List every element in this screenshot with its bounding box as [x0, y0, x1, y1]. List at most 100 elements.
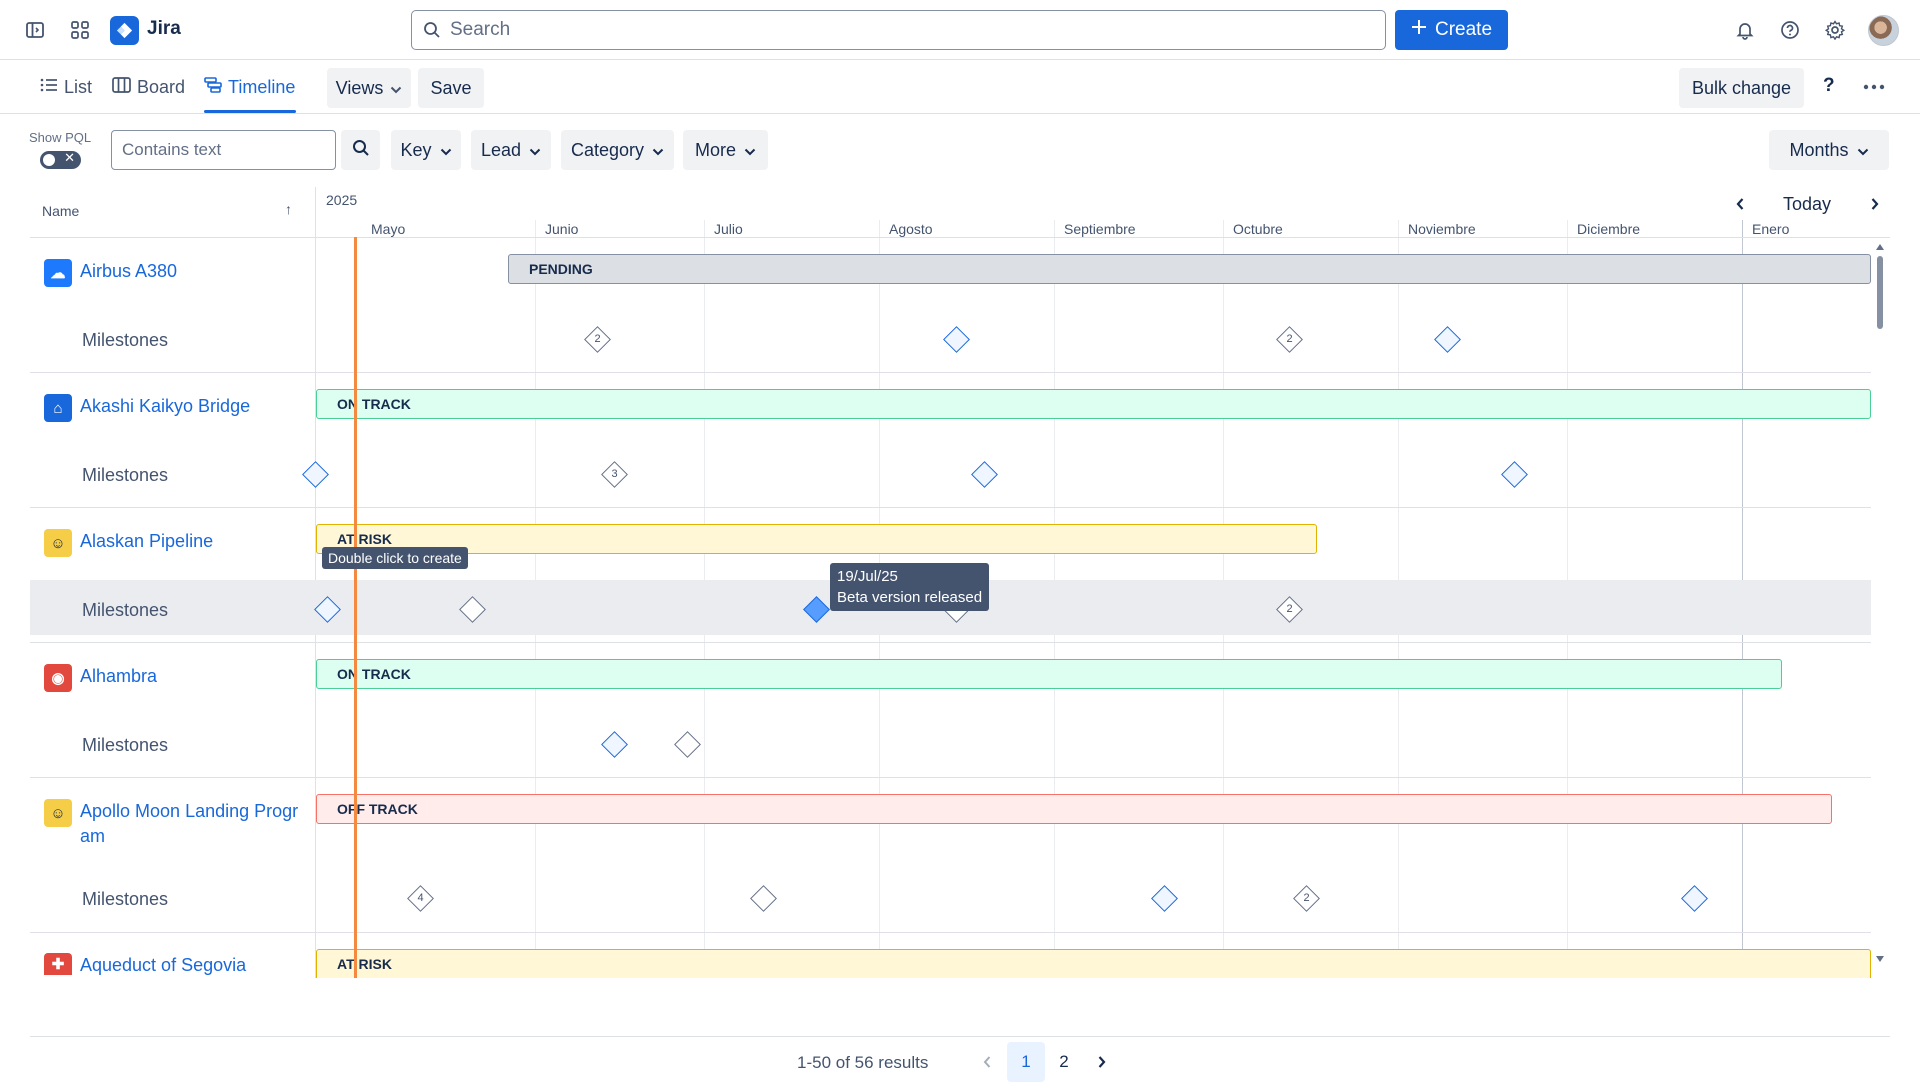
previous-page-icon[interactable]	[968, 1042, 1006, 1082]
project-name-link[interactable]: ◉ Alhambra	[44, 664, 157, 692]
app-name[interactable]: Jira	[147, 18, 181, 40]
milestone-tooltip-date: 19/Jul/25	[837, 568, 898, 585]
month-label: Junio	[545, 221, 579, 237]
lead-filter-dropdown[interactable]: Lead	[471, 130, 551, 170]
more-actions-icon[interactable]	[1862, 77, 1886, 102]
tab-board-label: Board	[137, 76, 186, 97]
active-tab-indicator	[204, 110, 296, 113]
board-icon	[112, 76, 131, 98]
project-name-line-2: am	[80, 826, 106, 846]
footer-divider	[30, 1036, 1890, 1037]
more-filter-label: More	[694, 139, 736, 160]
help-button[interactable]: ?	[1823, 75, 1835, 97]
avatar[interactable]	[1868, 15, 1899, 46]
close-icon: ✕	[64, 150, 75, 165]
project-name-link[interactable]: ☺ Alaskan Pipeline	[44, 529, 213, 557]
milestone-tooltip-title: Beta version released	[837, 589, 983, 606]
timeline-icon	[204, 76, 222, 98]
category-filter-dropdown[interactable]: Category	[561, 130, 674, 170]
milestones-label: Milestones	[82, 330, 169, 350]
vertical-scrollbar[interactable]	[1873, 243, 1887, 964]
bulk-change-button[interactable]: Bulk change	[1679, 68, 1804, 108]
months-scale-label: Months	[1789, 139, 1849, 160]
view-tabs-bar: List Board Timeline Views Save Bulk chan…	[0, 60, 1920, 114]
search-icon	[352, 139, 370, 162]
month-label: Septiembre	[1064, 221, 1136, 237]
search-placeholder: Search	[450, 19, 511, 40]
jira-logo-icon[interactable]	[110, 16, 139, 45]
milestone-tooltip: 19/Jul/25 Beta version released	[830, 563, 990, 611]
milestone-count: 2	[1303, 891, 1310, 904]
tab-list-label: List	[64, 76, 93, 97]
chevron-down-icon	[529, 140, 541, 161]
month-label: Diciembre	[1577, 221, 1641, 237]
scroll-up-icon[interactable]	[1875, 243, 1885, 251]
create-label: Create	[1434, 19, 1493, 40]
name-column-header[interactable]: Name	[42, 203, 79, 219]
milestone-count: 2	[1286, 332, 1293, 345]
bell-icon[interactable]	[1732, 17, 1758, 43]
project-name: Akashi Kaikyo Bridge	[80, 396, 251, 416]
milestone-count: 3	[611, 467, 618, 480]
scroll-down-icon[interactable]	[1875, 955, 1885, 963]
more-filter-dropdown[interactable]: More	[683, 130, 768, 170]
views-dropdown[interactable]: Views	[327, 68, 411, 108]
show-pql-label: Show PQL	[29, 130, 92, 145]
project-name-link[interactable]: ✚ Aqueduct of Segovia	[44, 953, 246, 978]
views-label: Views	[335, 77, 384, 98]
timeline-grid: Name ↑ 2025 Mayo Junio Julio Agosto Sept…	[30, 187, 1890, 978]
search-input[interactable]: Search	[411, 10, 1386, 50]
chevron-down-icon	[652, 140, 664, 161]
next-page-icon[interactable]	[1083, 1042, 1121, 1082]
key-filter-dropdown[interactable]: Key	[391, 130, 461, 170]
lifebuoy-project-icon: ✚	[44, 953, 72, 975]
month-label: Julio	[714, 221, 743, 237]
robot-project-icon: ☺	[44, 799, 72, 827]
next-period-icon[interactable]	[1870, 191, 1880, 217]
create-button[interactable]: Create	[1395, 10, 1508, 50]
status-bar-off-track[interactable]: OFF TRACK	[316, 794, 1832, 824]
month-label: Enero	[1752, 221, 1790, 237]
gear-icon[interactable]	[1822, 17, 1848, 43]
tab-list[interactable]: List	[40, 74, 92, 100]
months-scale-dropdown[interactable]: Months	[1769, 130, 1889, 170]
bulk-change-label: Bulk change	[1691, 77, 1792, 98]
help-icon[interactable]	[1777, 17, 1803, 43]
project-name-link[interactable]: ☁ Airbus A380	[44, 259, 177, 287]
tab-board[interactable]: Board	[112, 74, 185, 100]
status-bar-on-track[interactable]: ON TRACK	[316, 389, 1871, 419]
project-name-link[interactable]: ☺ Apollo Moon Landing Progr am	[44, 799, 298, 849]
contains-text-input[interactable]: Contains text	[111, 130, 336, 170]
sort-ascending-icon[interactable]: ↑	[285, 201, 292, 217]
project-name-link[interactable]: ⌂ Akashi Kaikyo Bridge	[44, 394, 250, 422]
today-button[interactable]: Today	[1783, 191, 1831, 217]
month-label: Mayo	[371, 221, 406, 237]
save-button[interactable]: Save	[418, 68, 484, 108]
search-icon	[423, 21, 441, 45]
chevron-down-icon	[744, 140, 756, 161]
show-pql-toggle[interactable]: ✕	[40, 150, 81, 169]
milestones-label: Milestones	[82, 889, 169, 909]
project-name-line-1: Apollo Moon Landing Progr	[80, 801, 299, 821]
key-filter-label: Key	[400, 139, 432, 160]
bridge-project-icon: ⌂	[44, 394, 72, 422]
milestone-count: 4	[417, 891, 424, 904]
app-switcher-icon[interactable]	[67, 17, 93, 43]
status-bar-on-track[interactable]: ON TRACK	[316, 659, 1782, 689]
status-bar-at-risk[interactable]: AT RISK	[316, 949, 1871, 978]
status-bar-pending[interactable]: PENDING	[508, 254, 1871, 284]
previous-period-icon[interactable]	[1735, 191, 1745, 217]
tab-timeline[interactable]: Timeline	[204, 74, 295, 100]
project-name: Airbus A380	[80, 261, 178, 281]
lead-filter-label: Lead	[480, 139, 522, 160]
page-2-button[interactable]: 2	[1045, 1042, 1083, 1082]
timeline-year: 2025	[326, 192, 358, 208]
sidebar-toggle-icon[interactable]	[22, 17, 48, 43]
scrollbar-thumb[interactable]	[1877, 256, 1883, 329]
project-name: Aqueduct of Segovia	[80, 955, 247, 975]
filter-search-button[interactable]	[341, 130, 380, 170]
project-name: Alhambra	[80, 666, 158, 686]
milestones-label: Milestones	[82, 600, 169, 620]
category-filter-label: Category	[570, 139, 645, 160]
page-1-button[interactable]: 1	[1007, 1042, 1045, 1082]
